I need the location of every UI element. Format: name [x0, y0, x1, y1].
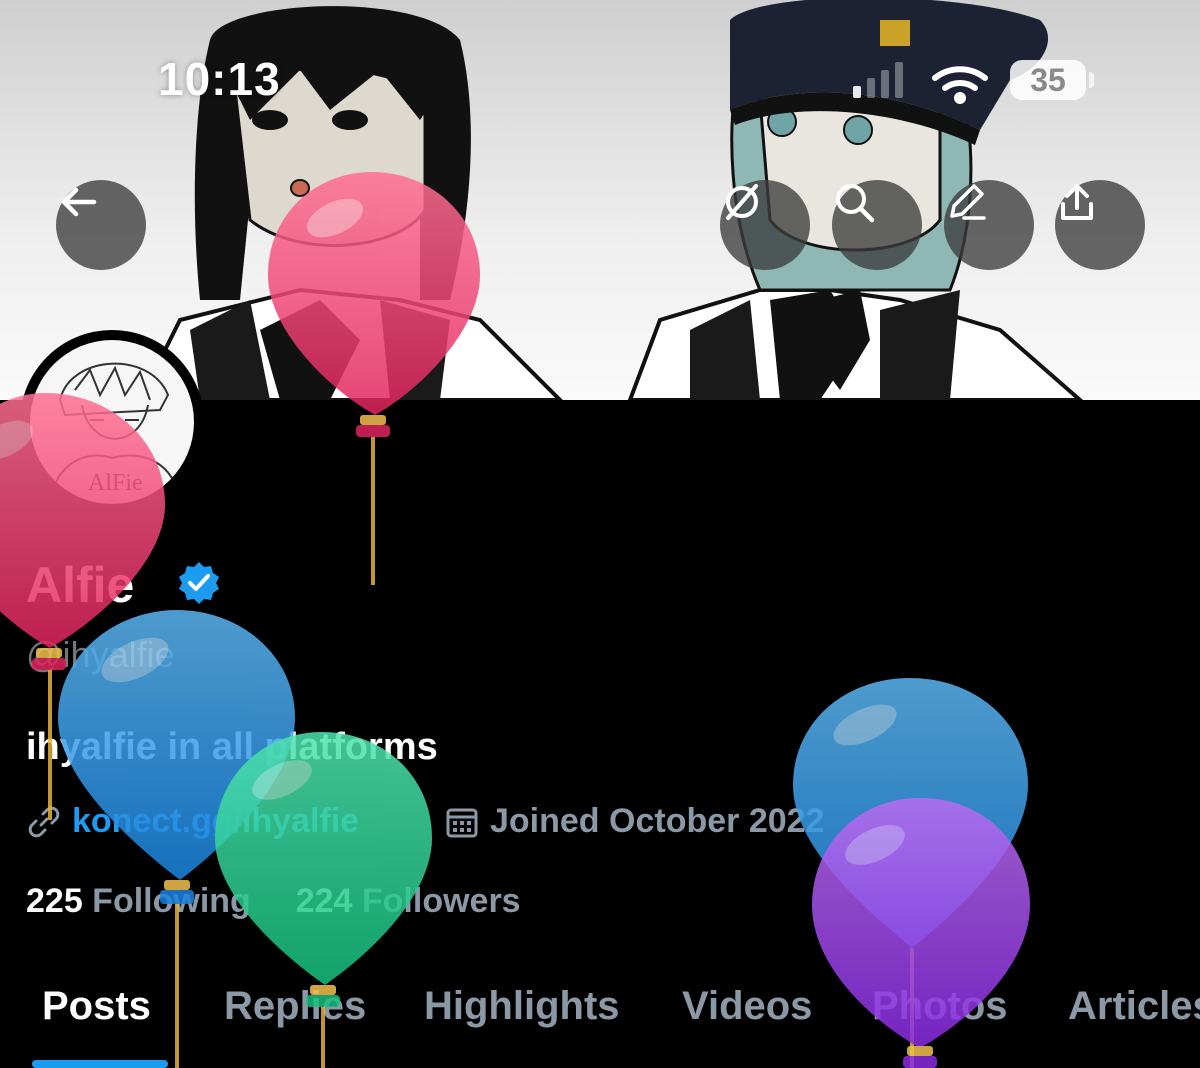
status-time: 10:13: [158, 53, 281, 105]
avatar-signature: AlFie: [88, 470, 143, 496]
joined-text: Joined October 2022: [490, 802, 825, 840]
profile-tabs: Posts Replies Highlights Videos Photos A…: [0, 980, 1200, 1068]
following-link[interactable]: 225 Following: [26, 882, 251, 920]
grok-icon: [726, 184, 758, 220]
profile-bio: ihyalfie in all platforms: [26, 726, 438, 768]
signal-icon: [853, 62, 903, 98]
profile-name: Alfie: [26, 557, 135, 613]
calendar-icon: [446, 808, 478, 837]
tab-highlights[interactable]: Highlights: [424, 984, 620, 1029]
website-link-text[interactable]: konect.gg/ihyalfie: [72, 802, 359, 841]
avatar-image: AlFie: [30, 340, 194, 504]
link-icon: [28, 806, 60, 837]
edit-icon: [950, 184, 986, 220]
tab-articles[interactable]: Articles: [1068, 984, 1200, 1029]
active-tab-indicator: [32, 1060, 168, 1068]
tab-posts[interactable]: Posts: [42, 984, 151, 1029]
tab-videos[interactable]: Videos: [682, 984, 812, 1029]
share-icon: [1061, 184, 1093, 220]
follow-counts: 225 Following 224 Followers: [26, 882, 521, 921]
profile-joined-date: Joined October 2022: [444, 802, 824, 841]
profile-handle: @ihyalfie: [26, 634, 175, 675]
following-label: Following: [82, 882, 251, 920]
grok-button[interactable]: [720, 180, 810, 270]
battery-indicator: 35: [1010, 60, 1086, 100]
back-arrow-icon: [61, 187, 97, 217]
profile-avatar[interactable]: AlFie: [20, 330, 204, 514]
followers-count: 224: [295, 882, 353, 920]
search-icon: [836, 184, 875, 223]
profile-banner[interactable]: 10:13 35: [0, 0, 1200, 400]
followers-link[interactable]: 224 Followers: [296, 882, 521, 920]
edit-button[interactable]: [944, 180, 1034, 270]
wifi-icon: [932, 66, 988, 104]
verified-badge-icon[interactable]: [176, 560, 222, 606]
battery-tip: [1089, 72, 1094, 88]
following-count: 225: [26, 882, 83, 920]
tab-replies[interactable]: Replies: [224, 984, 366, 1029]
search-button[interactable]: [832, 180, 922, 270]
back-button[interactable]: [56, 180, 146, 270]
followers-label: Followers: [352, 882, 521, 920]
profile-website[interactable]: konect.gg/ihyalfie: [26, 802, 359, 841]
share-button[interactable]: [1055, 180, 1145, 270]
tab-photos[interactable]: Photos: [872, 984, 1008, 1029]
